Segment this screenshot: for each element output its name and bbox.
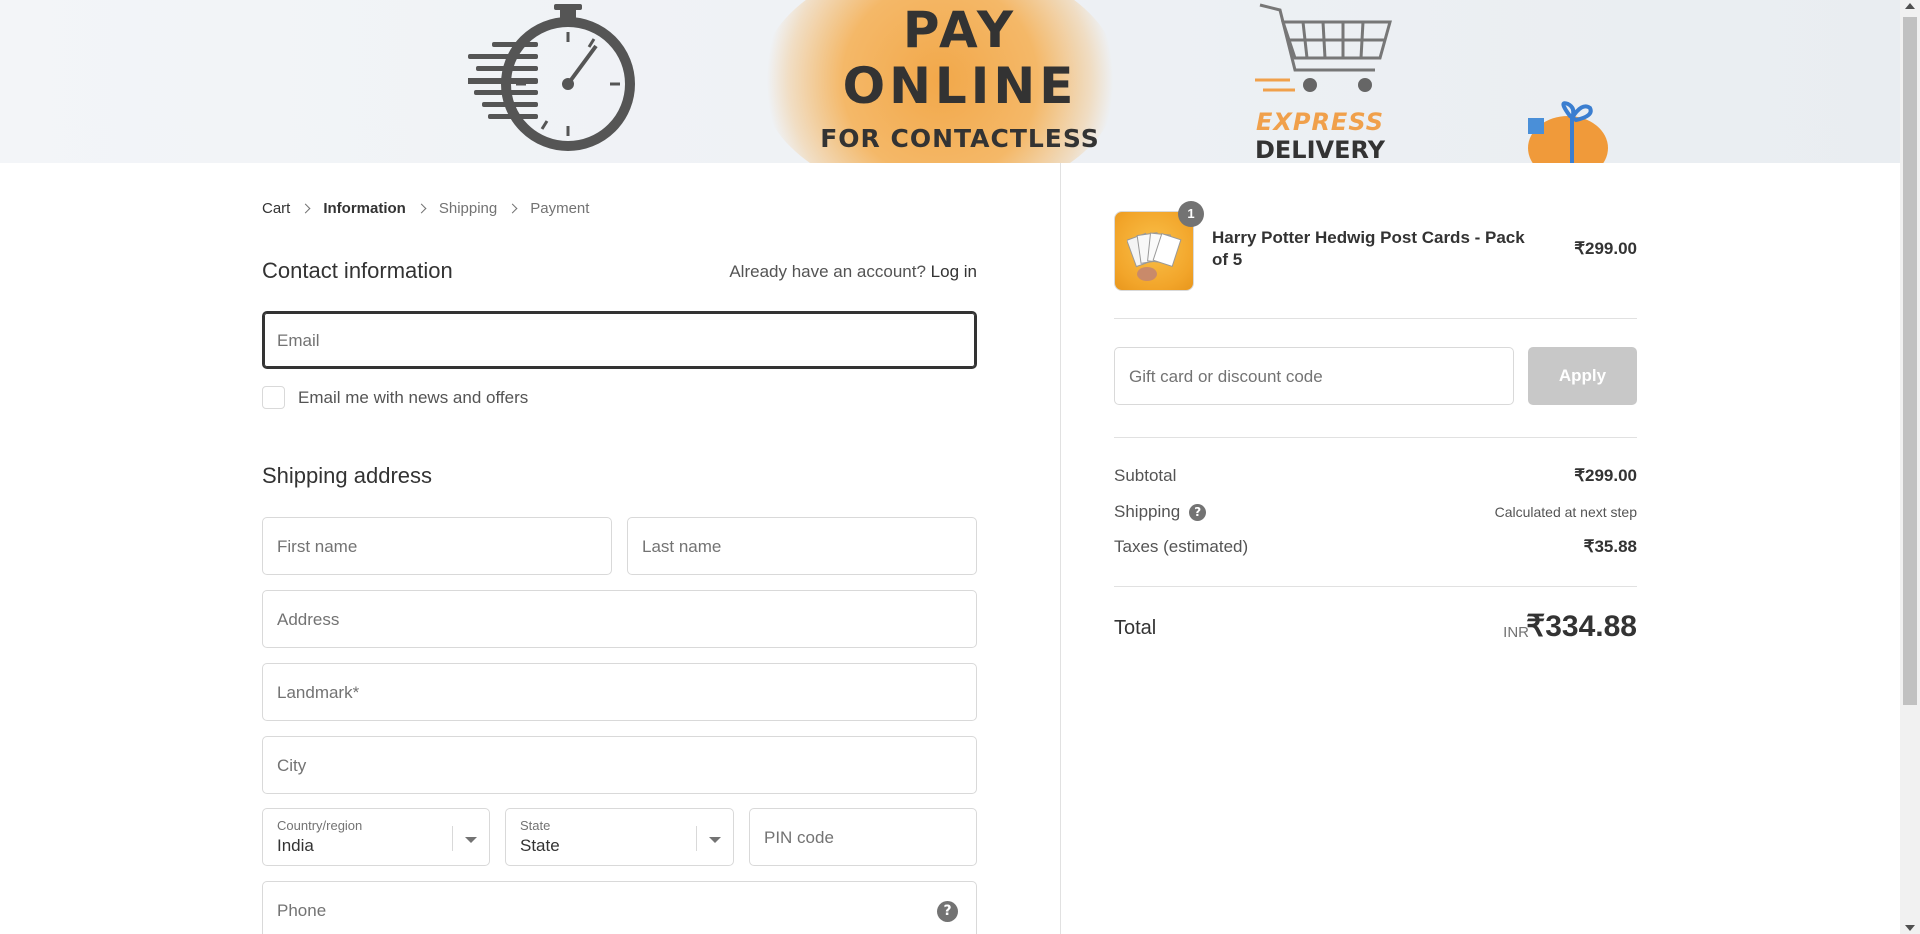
column-divider [1060, 163, 1061, 934]
subtotal-value: ₹299.00 [1574, 466, 1637, 485]
breadcrumb-shipping: Shipping [438, 200, 498, 217]
chevron-down-icon [465, 837, 477, 843]
breadcrumb-information: Information [323, 200, 406, 217]
help-icon[interactable]: ? [1189, 503, 1207, 521]
shipping-row: Shipping ? Calculated at next step [1114, 502, 1637, 526]
breadcrumb-payment: Payment [530, 200, 590, 217]
country-select[interactable]: Country/region India [262, 808, 490, 866]
help-icon[interactable]: ? [937, 901, 958, 922]
country-value: India [277, 836, 314, 855]
account-prompt-text: Already have an account? [729, 262, 926, 281]
pin-code-field[interactable]: PIN code [749, 808, 977, 866]
address-placeholder: Address [277, 610, 340, 629]
newsletter-label: Email me with news and offers [298, 387, 529, 407]
first-name-placeholder: First name [277, 537, 358, 556]
scroll-down-arrow-icon[interactable] [1905, 925, 1915, 931]
total-currency: INR [1503, 624, 1529, 641]
email-field[interactable]: Email [262, 311, 977, 369]
address-field[interactable]: Address [262, 590, 977, 648]
landmark-field[interactable]: Landmark* [262, 663, 977, 721]
subtotal-label: Subtotal [1114, 466, 1177, 485]
city-placeholder: City [277, 756, 307, 775]
delivery-word: DELIVERY [1254, 136, 1386, 163]
phone-field[interactable]: Phone ? [262, 881, 977, 934]
shipping-label-group: Shipping ? [1114, 502, 1207, 522]
promo-banner: PAY ONLINE FOR CONTACTLESS DELIVERY EXPR… [0, 0, 1900, 163]
country-label: Country/region [277, 818, 363, 833]
total-value: ₹334.88 [1526, 610, 1637, 643]
taxes-row: Taxes (estimated) ₹35.88 [1114, 537, 1637, 561]
banner-line-3: FOR CONTACTLESS DELIVERY [820, 124, 1100, 163]
stopwatch-icon [468, 4, 635, 151]
login-link[interactable]: Log in [931, 262, 977, 281]
breadcrumb-cart[interactable]: Cart [262, 200, 290, 217]
subtotal-row: Subtotal ₹299.00 [1114, 466, 1637, 490]
postcards-image-icon [1127, 232, 1182, 281]
breadcrumb: Cart Information Shipping Payment [262, 200, 589, 217]
pin-code-placeholder: PIN code [764, 828, 834, 847]
phone-placeholder: Phone [277, 901, 327, 920]
total-label: Total [1114, 617, 1157, 639]
chevron-down-icon [709, 837, 721, 843]
city-field[interactable]: City [262, 736, 977, 794]
scroll-thumb[interactable] [1903, 17, 1917, 705]
account-prompt: Already have an account? Log in [729, 262, 977, 282]
email-placeholder: Email [277, 331, 320, 350]
last-name-field[interactable]: Last name [627, 517, 977, 575]
apply-discount-button[interactable]: Apply [1528, 347, 1637, 405]
discount-placeholder: Gift card or discount code [1129, 367, 1323, 386]
newsletter-option[interactable]: Email me with news and offers [262, 386, 528, 409]
express-word: EXPRESS [1255, 108, 1385, 136]
discount-code-field[interactable]: Gift card or discount code [1114, 347, 1514, 405]
product-name: Harry Potter Hedwig Post Cards - Pack of… [1212, 228, 1525, 269]
summary-divider [1114, 437, 1637, 438]
scroll-up-arrow-icon[interactable] [1905, 3, 1915, 9]
newsletter-checkbox[interactable] [262, 386, 285, 409]
chevron-right-icon [416, 203, 427, 214]
product-price: ₹299.00 [1574, 239, 1637, 258]
state-label: State [520, 818, 551, 833]
first-name-field[interactable]: First name [262, 517, 612, 575]
shipping-address-title: Shipping address [262, 463, 433, 488]
contact-info-title: Contact information [262, 258, 453, 283]
summary-divider [1114, 586, 1637, 587]
chevron-right-icon [300, 203, 311, 214]
taxes-value: ₹35.88 [1583, 537, 1637, 556]
page-scrollbar[interactable] [1900, 0, 1920, 934]
chevron-right-icon [507, 203, 518, 214]
express-delivery-logo: EXPRESS DELIVERY [1250, 108, 1390, 163]
quantity-badge: 1 [1178, 201, 1204, 227]
summary-divider [1114, 318, 1637, 319]
shopping-cart-icon [1255, 3, 1392, 92]
banner-line-2: ONLINE [842, 57, 1078, 115]
banner-line-1: PAY [902, 1, 1018, 59]
gift-mascot-icon [1528, 101, 1608, 163]
state-value: State [520, 836, 560, 855]
select-divider [696, 826, 697, 851]
state-select[interactable]: State State [505, 808, 734, 866]
taxes-label: Taxes (estimated) [1114, 537, 1249, 556]
last-name-placeholder: Last name [642, 537, 722, 556]
shipping-value: Calculated at next step [1494, 504, 1637, 520]
shipping-label: Shipping [1114, 502, 1181, 521]
select-divider [452, 826, 453, 851]
landmark-placeholder: Landmark* [277, 683, 360, 702]
pay-online-headline: PAY ONLINE FOR CONTACTLESS DELIVERY [760, 2, 1160, 163]
